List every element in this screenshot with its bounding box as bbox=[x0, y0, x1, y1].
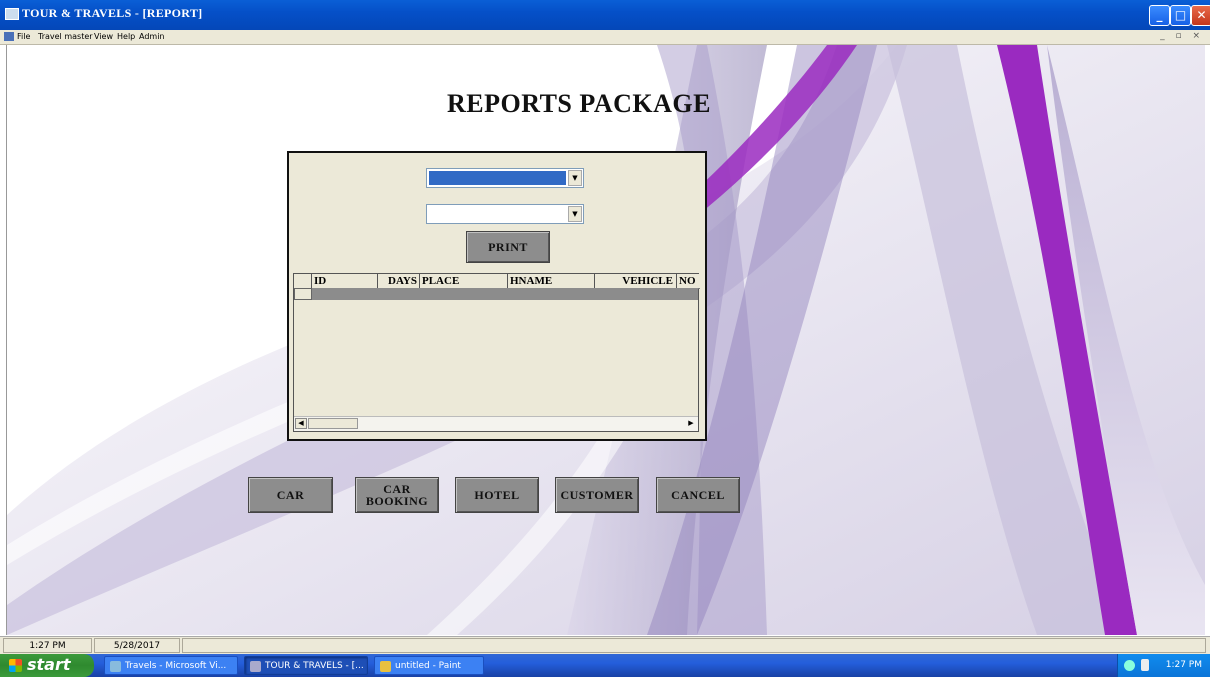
scroll-right-icon[interactable]: ▶ bbox=[685, 418, 697, 429]
security-shield-icon[interactable] bbox=[1141, 659, 1149, 671]
minimize-button[interactable]: _ bbox=[1149, 5, 1170, 26]
dropdown-selection-highlight bbox=[429, 171, 566, 185]
chevron-down-icon[interactable]: ▼ bbox=[568, 206, 582, 222]
paint-icon bbox=[380, 661, 391, 672]
chevron-down-icon[interactable]: ▼ bbox=[568, 170, 582, 186]
maximize-button[interactable]: □ bbox=[1170, 5, 1191, 26]
mdi-child-icon[interactable] bbox=[4, 32, 14, 41]
start-button[interactable]: start bbox=[0, 654, 94, 677]
status-date: 5/28/2017 bbox=[94, 638, 180, 653]
task-label: TOUR & TRAVELS - [... bbox=[265, 661, 364, 671]
column-header-days[interactable]: DAYS bbox=[378, 274, 420, 288]
status-bar: 1:27 PM 5/28/2017 bbox=[0, 636, 1210, 655]
windows-logo-icon bbox=[9, 659, 22, 672]
column-header-hname[interactable]: HNAME bbox=[508, 274, 595, 288]
menu-admin[interactable]: Admin bbox=[139, 32, 165, 41]
car-booking-button[interactable]: CAR BOOKING bbox=[355, 477, 439, 513]
menu-file[interactable]: File bbox=[17, 32, 30, 41]
grid-corner bbox=[294, 274, 312, 288]
hotel-button[interactable]: HOTEL bbox=[455, 477, 539, 513]
app-icon bbox=[5, 8, 19, 20]
status-message bbox=[182, 638, 1206, 653]
menu-help[interactable]: Help bbox=[117, 32, 135, 41]
page-title: REPORTS PACKAGE bbox=[447, 89, 711, 118]
scroll-left-icon[interactable]: ◀ bbox=[295, 418, 307, 429]
column-header-no[interactable]: NO bbox=[677, 274, 700, 288]
app-icon bbox=[250, 661, 261, 672]
taskbar: start Travels - Microsoft Vi... TOUR & T… bbox=[0, 654, 1210, 677]
report-panel: ▼ ▼ PRINT ID DAYS PLACE HNAME VEHICLE NO… bbox=[287, 151, 707, 441]
grid-empty-row[interactable] bbox=[294, 288, 698, 300]
start-label: start bbox=[27, 655, 71, 674]
close-button[interactable]: ✕ bbox=[1191, 5, 1210, 26]
column-header-id[interactable]: ID bbox=[312, 274, 378, 288]
taskbar-item-visual-basic[interactable]: Travels - Microsoft Vi... bbox=[104, 656, 238, 675]
column-header-place[interactable]: PLACE bbox=[420, 274, 508, 288]
taskbar-item-tour-travels[interactable]: TOUR & TRAVELS - [... bbox=[244, 656, 368, 675]
report-data-grid[interactable]: ID DAYS PLACE HNAME VEHICLE NO ◀ ▶ bbox=[293, 273, 700, 432]
visual-basic-icon bbox=[110, 661, 121, 672]
tray-clock[interactable]: 1:27 PM bbox=[1166, 660, 1202, 670]
customer-button[interactable]: CUSTOMER bbox=[555, 477, 639, 513]
menu-view[interactable]: View bbox=[94, 32, 113, 41]
report-form: REPORTS PACKAGE ▼ ▼ PRINT ID DAYS PLACE … bbox=[6, 45, 1205, 635]
cancel-button[interactable]: CANCEL bbox=[656, 477, 740, 513]
status-time: 1:27 PM bbox=[3, 638, 92, 653]
grid-header: ID DAYS PLACE HNAME VEHICLE NO bbox=[294, 274, 700, 289]
scroll-thumb[interactable] bbox=[308, 418, 358, 429]
task-label: untitled - Paint bbox=[395, 661, 461, 671]
back-arrow-icon[interactable] bbox=[1124, 660, 1135, 671]
task-label: Travels - Microsoft Vi... bbox=[125, 661, 227, 671]
print-button[interactable]: PRINT bbox=[466, 231, 550, 263]
car-button[interactable]: CAR bbox=[248, 477, 333, 513]
window-title: TOUR & TRAVELS - [REPORT] bbox=[22, 6, 203, 20]
horizontal-scrollbar[interactable]: ◀ ▶ bbox=[294, 416, 698, 431]
menu-travel-master[interactable]: Travel master bbox=[38, 32, 93, 41]
report-filter-dropdown[interactable]: ▼ bbox=[426, 204, 584, 224]
report-type-dropdown[interactable]: ▼ bbox=[426, 168, 584, 188]
taskbar-item-paint[interactable]: untitled - Paint bbox=[374, 656, 484, 675]
row-selector[interactable] bbox=[294, 288, 312, 300]
mdi-window-controls[interactable]: _ ▫ × bbox=[1160, 31, 1204, 41]
system-tray: 1:27 PM bbox=[1117, 654, 1210, 677]
column-header-vehicle[interactable]: VEHICLE bbox=[595, 274, 677, 288]
title-bar: TOUR & TRAVELS - [REPORT] _ □ ✕ bbox=[0, 0, 1210, 30]
menu-bar: File Travel master View Help Admin _ ▫ × bbox=[0, 30, 1210, 45]
